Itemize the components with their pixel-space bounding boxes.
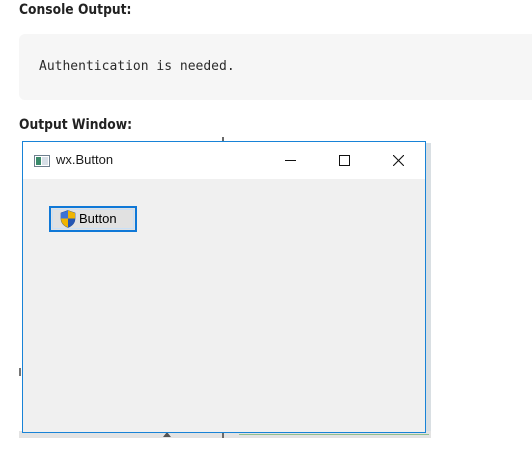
- background-tick-mark: [222, 433, 224, 438]
- background-line: [239, 434, 429, 435]
- window-titlebar[interactable]: wx.Button: [23, 142, 425, 179]
- maximize-button[interactable]: [321, 142, 367, 179]
- window-client-area: Button: [23, 179, 425, 432]
- minimize-button[interactable]: [267, 142, 313, 179]
- wx-button-window: wx.Button Button: [22, 141, 426, 433]
- console-output-heading: Console Output:: [19, 2, 132, 18]
- minimize-icon: [285, 160, 296, 161]
- window-title: wx.Button: [56, 152, 114, 167]
- wx-app-icon: [34, 154, 50, 167]
- close-icon: [393, 155, 404, 166]
- uac-shield-icon: [60, 210, 76, 228]
- close-button[interactable]: [375, 142, 421, 179]
- maximize-icon: [339, 155, 350, 166]
- auth-button[interactable]: Button: [49, 206, 137, 232]
- auth-button-label: Button: [79, 211, 117, 226]
- background-mark: [19, 368, 21, 376]
- console-output-text: Authentication is needed.: [39, 59, 235, 74]
- console-output-box: Authentication is needed.: [19, 34, 532, 100]
- output-window-heading: Output Window:: [19, 117, 133, 133]
